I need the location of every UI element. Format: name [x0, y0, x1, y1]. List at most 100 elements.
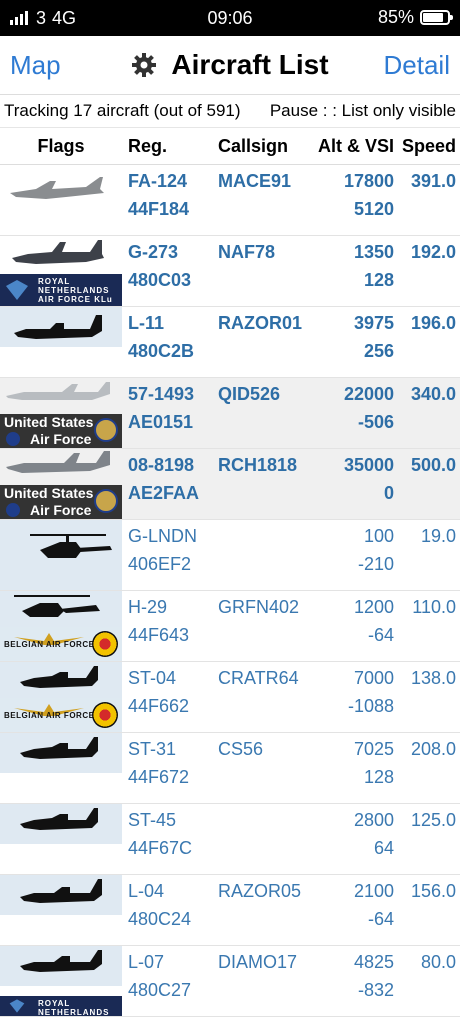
speed-cell: 208.0 [410, 739, 456, 759]
icao-hex: 480C2B [128, 341, 195, 361]
registration: L-07 [128, 952, 165, 972]
speed-cell: 80.0 [420, 952, 456, 972]
aircraft-row[interactable]: ST-45 44F67C 2800 64 125.0 [0, 804, 460, 875]
aircraft-row[interactable]: United States Air Force 57-1493 AE0151 Q… [0, 378, 460, 449]
registration: ST-45 [128, 810, 177, 830]
altitude: 1350 [353, 242, 394, 262]
reg-cell: H-29 44F643 [122, 591, 214, 661]
icao-hex: 480C03 [128, 270, 192, 290]
gear-icon[interactable] [131, 52, 157, 78]
alt-vsi-cell: 2100 -64 [312, 875, 394, 945]
roundel-icon [92, 702, 118, 728]
altitude: 1200 [353, 597, 394, 617]
aircraft-row[interactable]: G-LNDN 406EF2 100 -210 19.0 [0, 520, 460, 591]
usaf-seal-icon [94, 418, 118, 442]
rnlaf-text: ROYAL NETHERLANDS AIR FORCE KLu [38, 277, 113, 304]
aircraft-flags: United States Air Force [0, 449, 122, 519]
alt-vsi-cell: 22000 -506 [312, 378, 394, 448]
callsign-cell: GRFN402 [218, 597, 300, 617]
registration: 08-8198 [128, 455, 195, 475]
battery-icon [420, 10, 453, 25]
rnlaf-emblem [9, 999, 25, 1013]
aircraft-row[interactable]: L-04 480C24 RAZOR05 2100 -64 156.0 [0, 875, 460, 946]
alt-vsi-cell: 17800 5120 [312, 165, 394, 235]
aircraft-row[interactable]: ROYAL NETHERLANDS L-07 480C27 DIAMO17 48… [0, 946, 460, 1017]
info-bar: Tracking 17 aircraft (out of 591) Pause … [0, 95, 460, 128]
callsign-cell [214, 804, 312, 874]
cargo-jet-icon [6, 451, 110, 473]
rnlaf-logo: ROYAL NETHERLANDS AIR FORCE KLu [0, 274, 122, 306]
star-icon [6, 432, 20, 446]
speed-cell: 138.0 [410, 668, 456, 688]
altitude: 7000 [353, 668, 394, 688]
icao-hex: 406EF2 [128, 554, 192, 574]
icao-hex: 44F184 [128, 199, 190, 219]
alt-vsi-cell: 3975 256 [312, 307, 394, 377]
column-speed[interactable]: Speed [394, 136, 460, 157]
aircraft-row[interactable]: ST-31 44F672 CS56 7025 128 208.0 [0, 733, 460, 804]
column-header: Flags Reg. Callsign Alt & VSI Speed [0, 128, 460, 165]
aircraft-row[interactable]: ROYAL NETHERLANDS AIR FORCE KLu G-273 480C… [0, 236, 460, 307]
usaf-text-line1: United States [4, 414, 94, 430]
vertical-speed: 256 [363, 341, 394, 361]
aircraft-flags: ROYAL NETHERLANDS [0, 946, 122, 1016]
callsign-cell: RCH1818 [218, 455, 298, 475]
callsign-cell: RAZOR01 [218, 313, 303, 333]
page-title: Aircraft List [171, 49, 329, 80]
detail-button[interactable]: Detail [374, 50, 460, 81]
map-button[interactable]: Map [0, 50, 71, 81]
vertical-speed: 64 [373, 838, 394, 858]
aircraft-row[interactable]: BELGIAN AIR FORCE H-29 44F643 GRFN402 12… [0, 591, 460, 662]
reg-cell: ST-04 44F662 [122, 662, 214, 732]
speed-cell: 125.0 [410, 810, 456, 830]
column-reg[interactable]: Reg. [122, 136, 214, 157]
icao-hex: 480C27 [128, 980, 192, 1000]
vertical-speed: 128 [363, 270, 394, 290]
fighter-jet-icon [10, 177, 104, 199]
reg-cell: ST-45 44F67C [122, 804, 214, 874]
altitude: 2100 [353, 881, 394, 901]
speed-cell: 391.0 [410, 171, 456, 191]
aircraft-flags [0, 520, 122, 590]
belgian-air-force-logo: BELGIAN AIR FORCE [0, 627, 122, 661]
registration: G-273 [128, 242, 179, 262]
aircraft-flags [0, 307, 122, 377]
battery-info: 85% [377, 7, 453, 28]
column-flags[interactable]: Flags [0, 136, 122, 157]
aircraft-row[interactable]: United States Air Force 08-8198 AE2FAA R… [0, 449, 460, 520]
speed-cell: 110.0 [412, 597, 456, 617]
column-callsign[interactable]: Callsign [214, 136, 312, 157]
icao-hex: AE0151 [128, 412, 194, 432]
aircraft-row[interactable]: L-11 480C2B RAZOR01 3975 256 196.0 [0, 307, 460, 378]
column-alt-vsi[interactable]: Alt & VSI [312, 136, 394, 157]
registration: L-11 [128, 313, 165, 333]
vertical-speed: -210 [357, 554, 394, 574]
icao-hex: 44F643 [128, 625, 190, 645]
altitude: 2800 [353, 810, 394, 830]
alt-vsi-cell: 1200 -64 [312, 591, 394, 661]
icao-hex: 480C24 [128, 909, 192, 929]
altitude: 22000 [343, 384, 394, 404]
aircraft-row[interactable]: BELGIAN AIR FORCE ST-04 44F662 CRATR64 7… [0, 662, 460, 733]
aircraft-flags [0, 804, 122, 874]
pause-toggle[interactable]: Pause : : List only visible [270, 101, 456, 121]
registration: 57-1493 [128, 384, 195, 404]
registration: G-LNDN [128, 526, 198, 546]
aircraft-flags: BELGIAN AIR FORCE [0, 591, 122, 661]
speed-cell: 19.0 [420, 526, 456, 546]
icao-hex: 44F67C [128, 838, 193, 858]
callsign-cell: RAZOR05 [218, 881, 302, 901]
altitude: 100 [363, 526, 394, 546]
battery-percent: 85% [377, 7, 414, 27]
usaf-text-line2: Air Force [30, 431, 92, 447]
registration: L-04 [128, 881, 165, 901]
usaf-logo: United States Air Force [0, 485, 122, 519]
aircraft-flags: United States Air Force [0, 378, 122, 448]
tanker-plane-icon [6, 382, 110, 400]
reg-cell: FA-124 44F184 [122, 165, 214, 235]
transport-plane-icon [12, 240, 104, 264]
aircraft-row[interactable]: FA-124 44F184 MACE91 17800 5120 391.0 [0, 165, 460, 236]
belgian-air-force-logo: BELGIAN AIR FORCE [0, 698, 122, 732]
aircraft-flags [0, 875, 122, 945]
speed-cell: 196.0 [410, 313, 456, 333]
